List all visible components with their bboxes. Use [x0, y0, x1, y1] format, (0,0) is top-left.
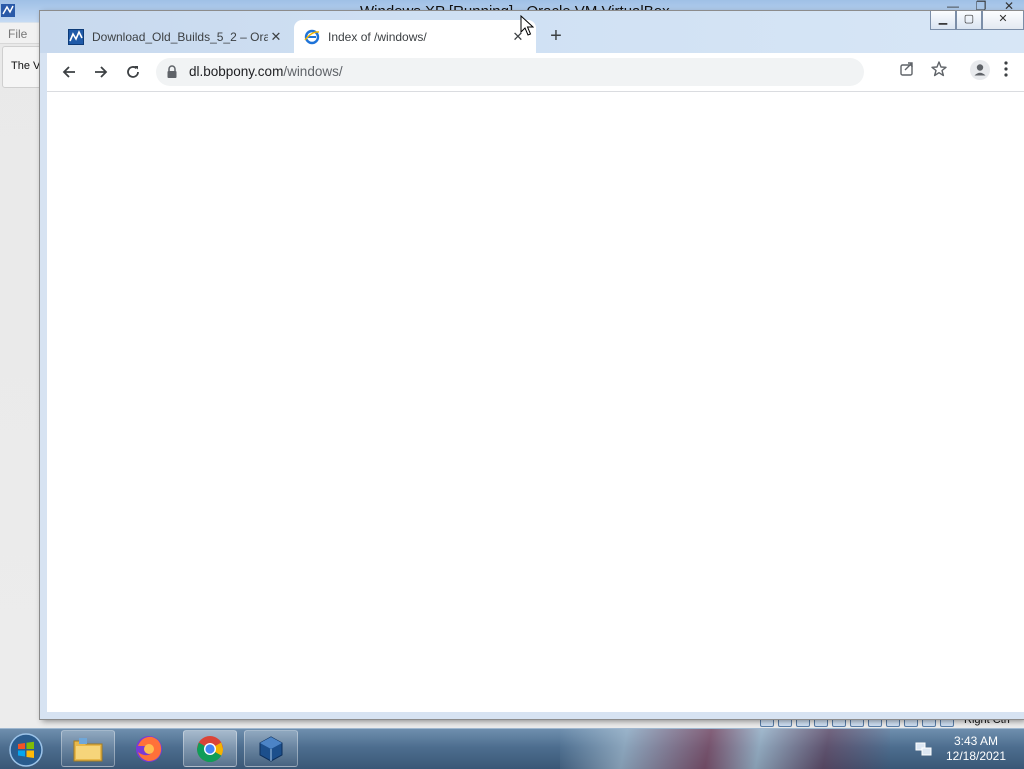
- system-clock[interactable]: 3:43 AM 12/18/2021: [936, 734, 1016, 764]
- arrow-right-icon: [95, 66, 108, 78]
- tab-download-old-builds[interactable]: Download_Old_Builds_5_2 – Oracle VM Virt…: [58, 20, 294, 53]
- virtualbox-icon: [259, 735, 283, 762]
- url-path: /windows/: [283, 64, 343, 79]
- reload-icon: [127, 66, 139, 78]
- taskbar-virtualbox-button[interactable]: [244, 730, 298, 767]
- taskbar: 3:43 AM 12/18/2021: [0, 728, 1024, 769]
- tab-close-icon[interactable]: ✕: [268, 29, 284, 45]
- wallpaper-peek: [560, 729, 890, 769]
- virtualbox-side-panel[interactable]: The Vi: [2, 46, 43, 88]
- bookmark-star-icon[interactable]: [930, 60, 948, 78]
- share-icon[interactable]: [898, 60, 916, 78]
- menu-file[interactable]: File: [8, 27, 27, 41]
- mouse-pointer-icon: [520, 15, 534, 36]
- address-bar[interactable]: dl.bobpony.com/windows/: [156, 58, 864, 86]
- taskbar-explorer-button[interactable]: [61, 730, 115, 767]
- forward-button[interactable]: [89, 60, 113, 84]
- profile-avatar-icon[interactable]: [970, 60, 990, 80]
- virtualbox-menubar: File: [0, 23, 40, 44]
- taskbar-chrome-button[interactable]: [183, 730, 237, 767]
- chrome-window: ▁ ▢ ✕ Download_Old_Builds_5_2 – Oracle V…: [40, 11, 1024, 719]
- minimize-button[interactable]: ▁: [930, 11, 956, 30]
- close-window-button[interactable]: ✕: [982, 11, 1024, 30]
- virtualbox-app-icon: [1, 4, 15, 17]
- network-tray-icon[interactable]: [914, 741, 932, 757]
- lock-icon[interactable]: [166, 65, 178, 79]
- reload-button[interactable]: [121, 60, 145, 84]
- taskbar-firefox-button[interactable]: [122, 730, 176, 767]
- url-text[interactable]: dl.bobpony.com/windows/: [189, 64, 343, 79]
- tab-index-of-windows[interactable]: Index of /windows/ ✕: [294, 20, 536, 53]
- tab-title: Index of /windows/: [328, 29, 427, 44]
- url-host: dl.bobpony.com: [189, 64, 284, 79]
- browser-toolbar: dl.bobpony.com/windows/: [40, 53, 1024, 92]
- clock-date: 12/18/2021: [945, 749, 1007, 763]
- folder-icon: [73, 737, 103, 761]
- minimize-icon: ▁: [938, 13, 948, 25]
- arrow-left-icon: [62, 66, 75, 78]
- close-icon: ✕: [998, 13, 1008, 25]
- window-border-bottom: [40, 712, 1024, 719]
- page-content[interactable]: [47, 92, 1024, 712]
- firefox-icon: [136, 735, 162, 762]
- window-border-left: [40, 53, 47, 719]
- maximize-button[interactable]: ▢: [956, 11, 982, 30]
- side-panel-text: The Vi: [11, 60, 43, 72]
- back-button[interactable]: [57, 60, 81, 84]
- maximize-icon: ▢: [963, 13, 975, 25]
- virtualbox-wiki-icon: [68, 28, 84, 45]
- tab-title: Download_Old_Builds_5_2 – Oracle VM Virt…: [92, 29, 268, 44]
- internet-explorer-icon: [304, 29, 320, 44]
- kebab-menu-icon[interactable]: [1002, 60, 1010, 78]
- chrome-icon: [196, 735, 224, 762]
- clock-time: 3:43 AM: [953, 734, 999, 748]
- start-button[interactable]: [6, 732, 46, 768]
- new-tab-button[interactable]: +: [544, 25, 568, 49]
